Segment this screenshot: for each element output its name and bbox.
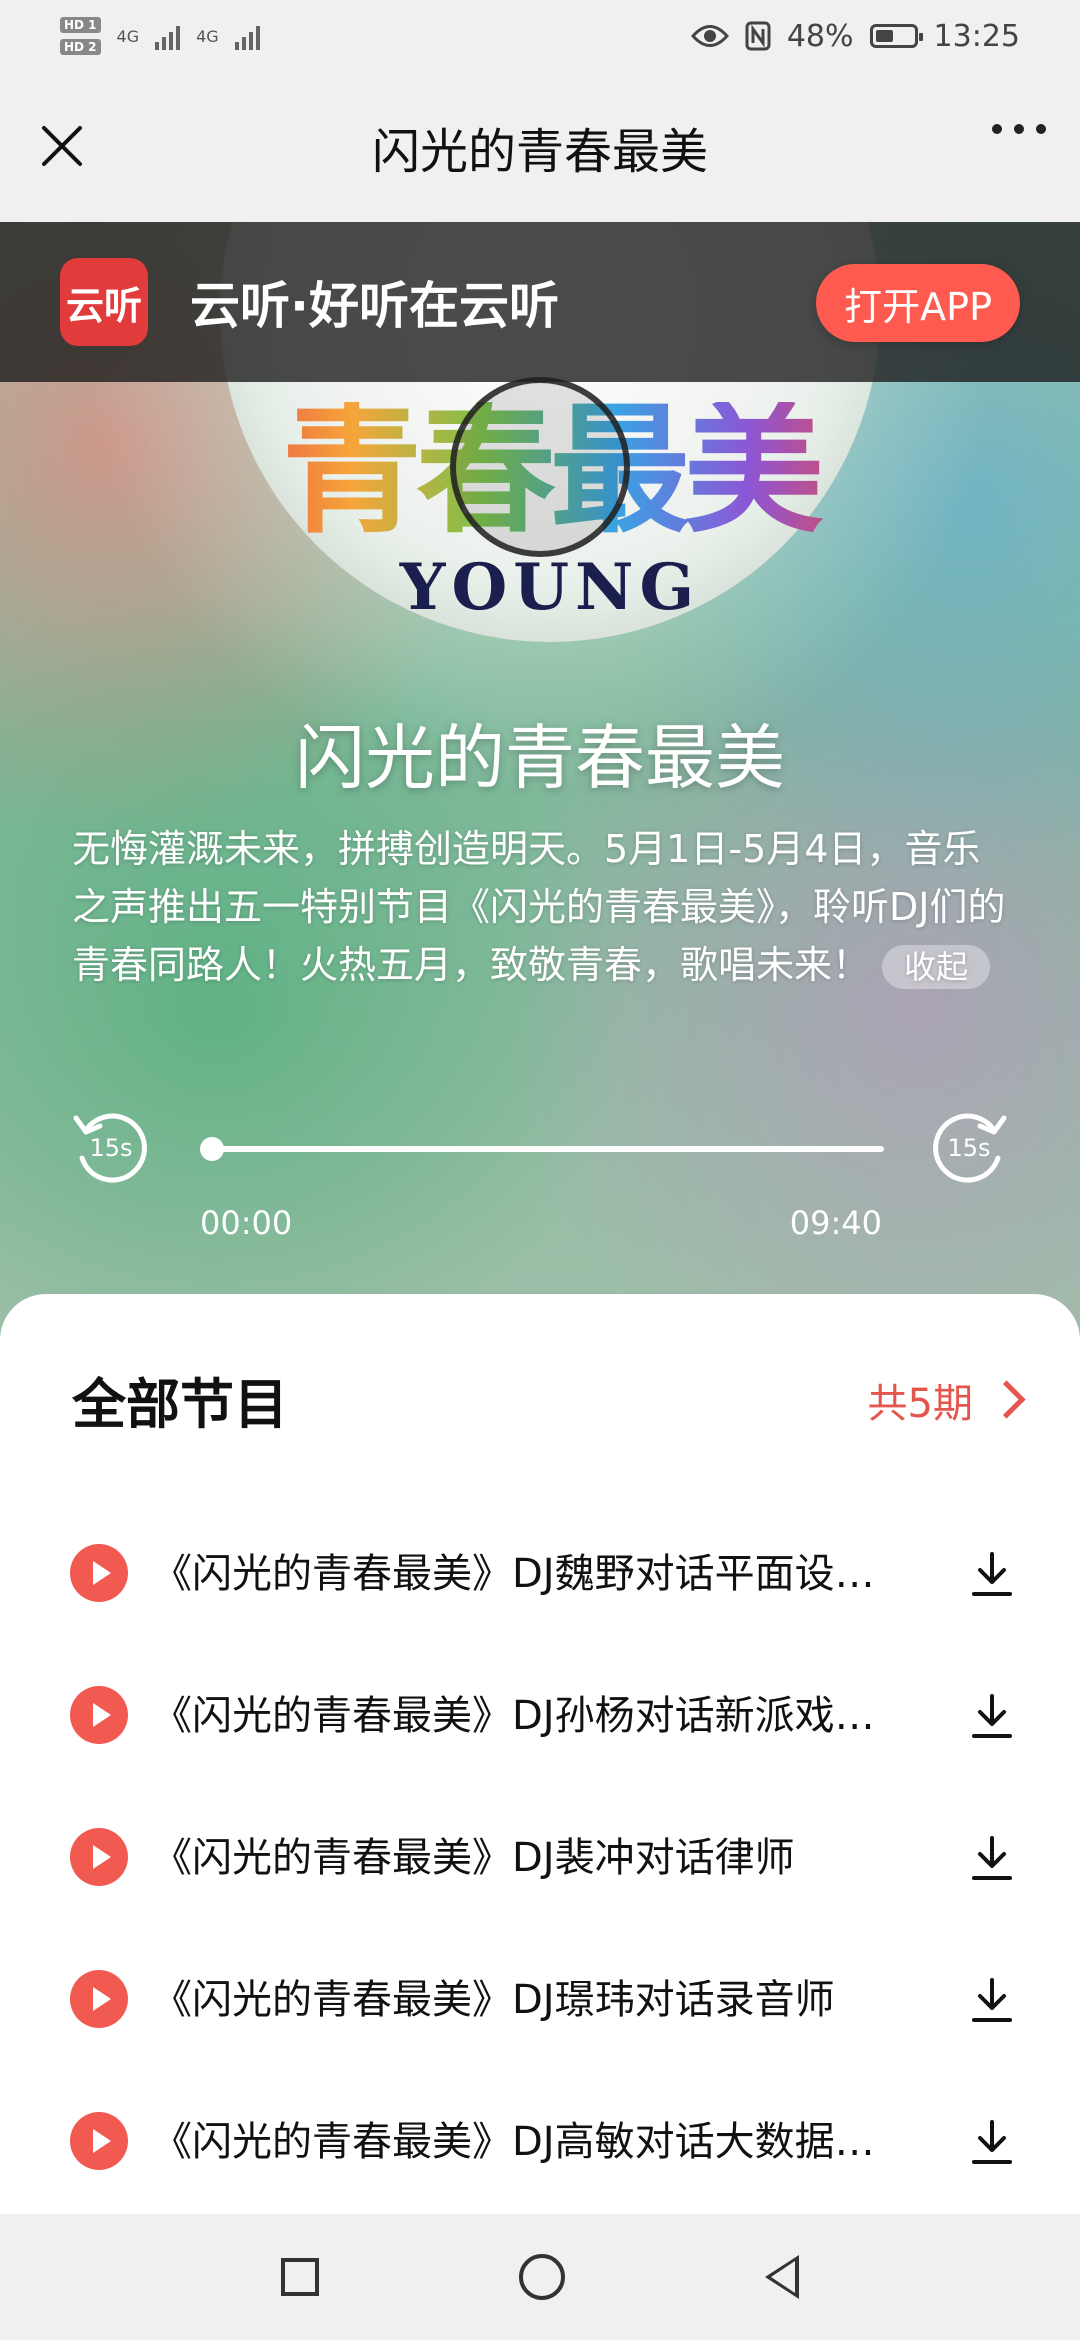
download-icon[interactable] [966, 1690, 1018, 1742]
battery-fill [875, 30, 893, 42]
episode-list: 《闪光的青春最美》DJ魏野对话平面设… 《闪光的青春最美》DJ孙杨对话新派戏… … [0, 1504, 1080, 2214]
episode-item[interactable]: 《闪光的青春最美》DJ孙杨对话新派戏… [0, 1646, 1080, 1788]
album-play-icon[interactable] [450, 377, 630, 557]
album-art-subtitle: YOUNG [399, 550, 701, 625]
download-icon[interactable] [966, 2116, 1018, 2168]
eye-icon [690, 25, 729, 47]
app-logo: 云听 [60, 258, 148, 346]
app-header: 闪光的青春最美 [0, 72, 1080, 222]
episodes-count-link[interactable]: 共5期 [867, 1371, 1026, 1429]
more-icon[interactable] [992, 124, 1046, 134]
download-icon[interactable] [966, 1832, 1018, 1884]
progress-bar[interactable] [200, 1137, 884, 1161]
download-icon[interactable] [966, 1974, 1018, 2026]
progress-knob[interactable] [200, 1137, 224, 1161]
player-controls: 15s 15s 00:00 09:40 [0, 1102, 1080, 1262]
episode-title: 《闪光的青春最美》DJ高敏对话大数据… [152, 2119, 875, 2165]
episode-title: 《闪光的青春最美》DJ魏野对话平面设… [152, 1551, 875, 1597]
play-icon[interactable] [70, 2112, 128, 2170]
clock: 13:25 [933, 18, 1020, 54]
play-icon[interactable] [70, 1970, 128, 2028]
hd-indicators: HD 1 HD 2 [60, 17, 101, 55]
forward-15-icon[interactable]: 15s [924, 1102, 1014, 1192]
program-description-text: 无悔灌溉未来，拼搏创造明天。5月1日-5月4日，音乐之声推出五一特别节目《闪光的… [72, 827, 1006, 987]
program-description: 无悔灌溉未来，拼搏创造明天。5月1日-5月4日，音乐之声推出五一特别节目《闪光的… [72, 820, 1008, 994]
chevron-right-icon [987, 1380, 1026, 1419]
app-banner: 云听 云听·好听在云听 打开APP [0, 222, 1080, 382]
episode-item[interactable]: 《闪光的青春最美》DJ璟玮对话录音师 [0, 1930, 1080, 2072]
hd-2-badge: HD 2 [60, 39, 101, 55]
status-bar: HD 1 HD 2 4G 4G 48% 13:25 [0, 0, 1080, 72]
home-icon[interactable] [519, 2254, 565, 2300]
system-navigation-bar [0, 2214, 1080, 2340]
battery-icon [869, 24, 923, 48]
play-icon[interactable] [70, 1686, 128, 1744]
forward-15-label: 15s [947, 1134, 990, 1162]
hd-1-badge: HD 1 [60, 17, 101, 33]
episodes-title: 全部节目 [72, 1373, 288, 1436]
episodes-header: 全部节目 共5期 [72, 1360, 1026, 1439]
download-icon[interactable] [966, 1548, 1018, 1600]
program-title: 闪光的青春最美 [295, 717, 785, 799]
signal-2-icon [234, 22, 260, 50]
network-1-label: 4G [116, 26, 140, 46]
battery-percent: 48% [786, 18, 854, 54]
episodes-count-label: 共5期 [867, 1380, 973, 1427]
status-left: HD 1 HD 2 4G 4G [60, 17, 260, 55]
episode-title: 《闪光的青春最美》DJ孙杨对话新派戏… [152, 1693, 875, 1739]
hero: 青春最美 YOUNG 云听 云听·好听在云听 打开APP 闪光的青春最美 无悔灌… [0, 222, 1080, 1342]
rewind-15-icon[interactable]: 15s [66, 1102, 156, 1192]
signal-1-icon [155, 22, 181, 50]
rewind-15-label: 15s [89, 1134, 132, 1162]
play-icon[interactable] [70, 1828, 128, 1886]
close-icon[interactable] [34, 118, 90, 174]
recent-apps-icon[interactable] [281, 2258, 319, 2296]
episode-item[interactable]: 《闪光的青春最美》DJ高敏对话大数据… [0, 2072, 1080, 2214]
episodes-panel: 全部节目 共5期 《闪光的青春最美》DJ魏野对话平面设… 《闪光的青春最美》DJ… [0, 1294, 1080, 2214]
back-icon[interactable] [765, 2255, 799, 2299]
collapse-button[interactable]: 收起 [882, 945, 991, 989]
play-icon[interactable] [70, 1544, 128, 1602]
current-time: 00:00 [200, 1204, 293, 1242]
episode-item[interactable]: 《闪光的青春最美》DJ魏野对话平面设… [0, 1504, 1080, 1646]
episode-item[interactable]: 《闪光的青春最美》DJ裴冲对话律师 [0, 1788, 1080, 1930]
page-title: 闪光的青春最美 [371, 124, 708, 180]
status-right: 48% 13:25 [690, 18, 1020, 54]
episode-title: 《闪光的青春最美》DJ璟玮对话录音师 [152, 1977, 835, 2023]
open-app-button[interactable]: 打开APP [816, 264, 1020, 342]
episode-title: 《闪光的青春最美》DJ裴冲对话律师 [152, 1835, 795, 1881]
nfc-icon [745, 21, 771, 51]
banner-title: 云听·好听在云听 [190, 277, 559, 335]
network-2-label: 4G [196, 26, 219, 46]
total-time: 09:40 [789, 1204, 882, 1242]
